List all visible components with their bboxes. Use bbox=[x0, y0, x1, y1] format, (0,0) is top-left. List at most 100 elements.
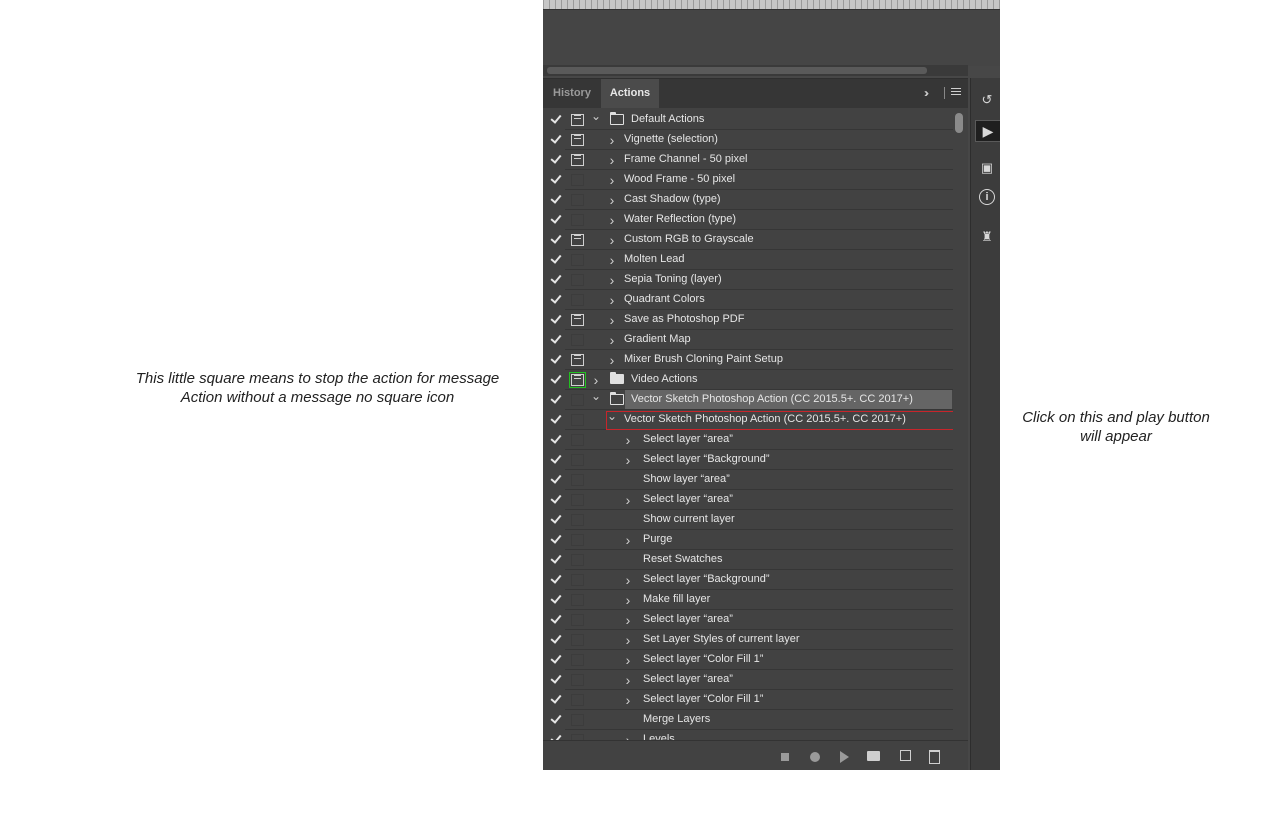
chevron-right-icon[interactable] bbox=[623, 632, 633, 648]
dialog-toggle-icon[interactable] bbox=[571, 394, 584, 406]
check-icon[interactable] bbox=[550, 713, 562, 725]
action-step-row[interactable]: Select layer “area” bbox=[543, 670, 953, 690]
dialog-toggle-icon[interactable] bbox=[571, 674, 584, 686]
check-icon[interactable] bbox=[550, 133, 562, 145]
new-set-icon[interactable] bbox=[867, 751, 880, 761]
chevron-right-icon[interactable] bbox=[623, 492, 633, 508]
action-step-row[interactable]: Select layer “Background” bbox=[543, 570, 953, 590]
3d-icon[interactable]: ▣ bbox=[979, 160, 995, 176]
check-icon[interactable] bbox=[550, 313, 562, 325]
action-row[interactable]: Vignette (selection) bbox=[543, 130, 953, 150]
dialog-toggle-icon[interactable] bbox=[571, 314, 584, 326]
action-step-row[interactable]: Make fill layer bbox=[543, 590, 953, 610]
check-icon[interactable] bbox=[550, 733, 562, 740]
action-step-row[interactable]: Select layer “Color Fill 1” bbox=[543, 650, 953, 670]
check-icon[interactable] bbox=[550, 233, 562, 245]
dialog-toggle-icon[interactable] bbox=[569, 372, 586, 388]
chevron-right-icon[interactable] bbox=[607, 332, 617, 348]
dialog-toggle-icon[interactable] bbox=[571, 454, 584, 466]
record-icon[interactable] bbox=[810, 752, 820, 762]
action-step-row[interactable]: Reset Swatches bbox=[543, 550, 953, 570]
check-icon[interactable] bbox=[550, 673, 562, 685]
action-step-row[interactable]: Select layer “area” bbox=[543, 490, 953, 510]
dialog-toggle-icon[interactable] bbox=[571, 714, 584, 726]
stop-icon[interactable] bbox=[781, 753, 789, 761]
tab-history[interactable]: History bbox=[543, 79, 601, 108]
dialog-toggle-icon[interactable] bbox=[571, 294, 584, 306]
info-icon[interactable]: i bbox=[979, 189, 995, 205]
action-row[interactable]: Frame Channel - 50 pixel bbox=[543, 150, 953, 170]
check-icon[interactable] bbox=[550, 633, 562, 645]
check-icon[interactable] bbox=[550, 613, 562, 625]
collapse-panel-icon[interactable]: ›› bbox=[924, 86, 929, 100]
actions-icon[interactable]: ▶ bbox=[975, 120, 1000, 142]
action-step-row[interactable]: Select layer “area” bbox=[543, 430, 953, 450]
chevron-right-icon[interactable] bbox=[623, 432, 633, 448]
check-icon[interactable] bbox=[550, 173, 562, 185]
dialog-toggle-icon[interactable] bbox=[571, 114, 584, 126]
check-icon[interactable] bbox=[550, 453, 562, 465]
chevron-right-icon[interactable] bbox=[607, 212, 617, 228]
dialog-toggle-icon[interactable] bbox=[571, 154, 584, 166]
chevron-right-icon[interactable] bbox=[623, 532, 633, 548]
chevron-right-icon[interactable] bbox=[607, 312, 617, 328]
action-set-row[interactable]: Video Actions bbox=[543, 370, 953, 390]
action-row[interactable]: Cast Shadow (type) bbox=[543, 190, 953, 210]
check-icon[interactable] bbox=[550, 693, 562, 705]
chevron-right-icon[interactable] bbox=[623, 652, 633, 668]
check-icon[interactable] bbox=[550, 333, 562, 345]
dialog-toggle-icon[interactable] bbox=[571, 354, 584, 366]
chevron-right-icon[interactable] bbox=[623, 732, 633, 740]
chevron-right-icon[interactable] bbox=[623, 612, 633, 628]
action-row[interactable]: Quadrant Colors bbox=[543, 290, 953, 310]
action-row[interactable]: Mixer Brush Cloning Paint Setup bbox=[543, 350, 953, 370]
tab-actions[interactable]: Actions bbox=[601, 79, 659, 108]
check-icon[interactable] bbox=[550, 553, 562, 565]
chevron-down-icon[interactable] bbox=[591, 112, 601, 126]
chevron-right-icon[interactable] bbox=[607, 272, 617, 288]
dialog-toggle-icon[interactable] bbox=[571, 174, 584, 186]
dialog-toggle-icon[interactable] bbox=[571, 334, 584, 346]
chevron-right-icon[interactable] bbox=[623, 452, 633, 468]
horizontal-scrollbar[interactable] bbox=[547, 67, 927, 74]
action-set-row[interactable]: Vector Sketch Photoshop Action (CC 2015.… bbox=[543, 390, 953, 410]
check-icon[interactable] bbox=[550, 413, 562, 425]
play-icon[interactable] bbox=[840, 751, 849, 763]
dialog-toggle-icon[interactable] bbox=[571, 654, 584, 666]
dialog-toggle-icon[interactable] bbox=[571, 254, 584, 266]
check-icon[interactable] bbox=[550, 253, 562, 265]
dialog-toggle-icon[interactable] bbox=[571, 214, 584, 226]
check-icon[interactable] bbox=[550, 533, 562, 545]
check-icon[interactable] bbox=[550, 193, 562, 205]
chevron-right-icon[interactable] bbox=[607, 132, 617, 148]
action-step-row[interactable]: Select layer “Color Fill 1” bbox=[543, 690, 953, 710]
check-icon[interactable] bbox=[550, 153, 562, 165]
dialog-toggle-icon[interactable] bbox=[571, 434, 584, 446]
check-icon[interactable] bbox=[550, 213, 562, 225]
check-icon[interactable] bbox=[550, 113, 562, 125]
chevron-right-icon[interactable] bbox=[623, 572, 633, 588]
dialog-toggle-icon[interactable] bbox=[571, 694, 584, 706]
chevron-right-icon[interactable] bbox=[607, 232, 617, 248]
action-row[interactable]: Gradient Map bbox=[543, 330, 953, 350]
dialog-toggle-icon[interactable] bbox=[571, 614, 584, 626]
action-step-row[interactable]: Purge bbox=[543, 530, 953, 550]
action-step-row[interactable]: Show current layer bbox=[543, 510, 953, 530]
dialog-toggle-icon[interactable] bbox=[571, 134, 584, 146]
action-step-row[interactable]: Select layer “Background” bbox=[543, 450, 953, 470]
chevron-right-icon[interactable] bbox=[623, 692, 633, 708]
check-icon[interactable] bbox=[550, 353, 562, 365]
chevron-right-icon[interactable] bbox=[607, 352, 617, 368]
check-icon[interactable] bbox=[550, 273, 562, 285]
action-row[interactable]: Custom RGB to Grayscale bbox=[543, 230, 953, 250]
chevron-down-icon[interactable] bbox=[591, 392, 601, 406]
dialog-toggle-icon[interactable] bbox=[571, 634, 584, 646]
dialog-toggle-icon[interactable] bbox=[571, 494, 584, 506]
chevron-right-icon[interactable] bbox=[607, 252, 617, 268]
dialog-toggle-icon[interactable] bbox=[571, 514, 584, 526]
check-icon[interactable] bbox=[550, 393, 562, 405]
check-icon[interactable] bbox=[550, 573, 562, 585]
vertical-scrollbar[interactable] bbox=[955, 113, 963, 133]
check-icon[interactable] bbox=[550, 653, 562, 665]
history-icon[interactable]: ↺ bbox=[979, 92, 995, 108]
